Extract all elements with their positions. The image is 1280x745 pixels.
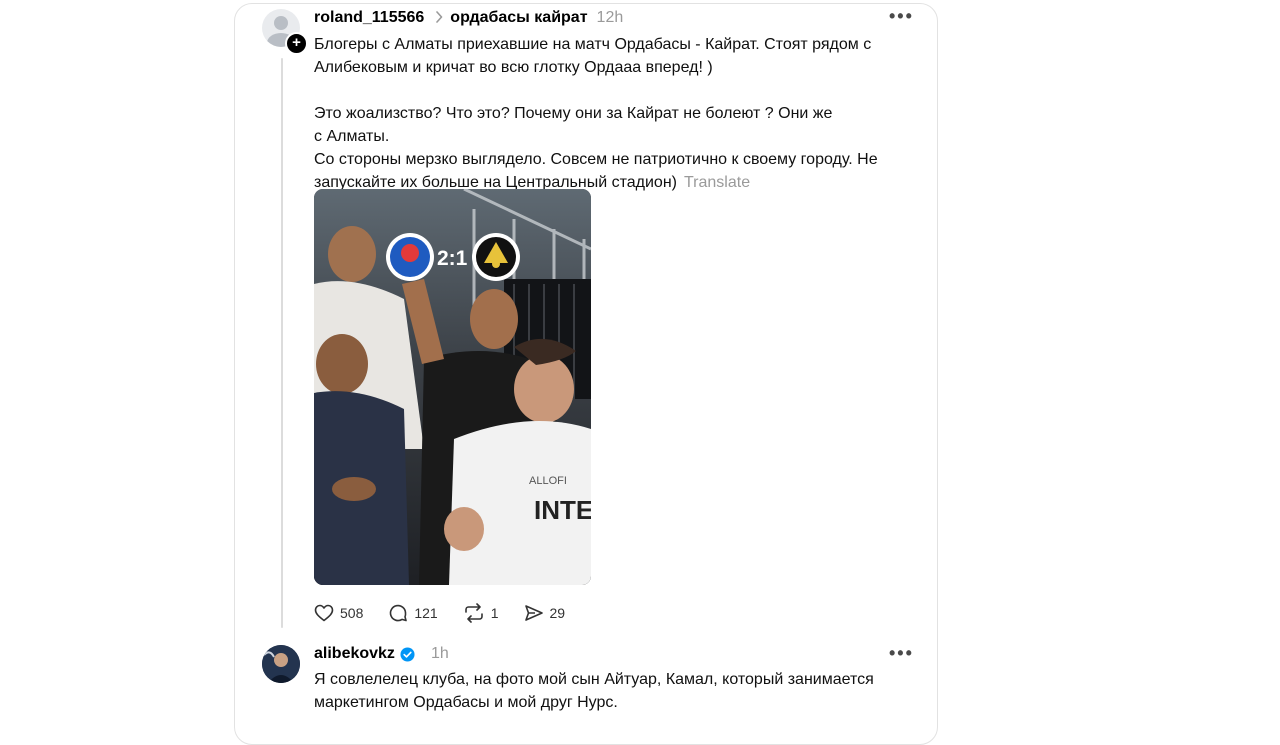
post-photo[interactable]: ALLOFI INTEG 2:1: [314, 189, 591, 585]
translate-link[interactable]: Translate: [684, 174, 750, 191]
post-header: roland_115566 ордабасы кайрат 12h: [314, 7, 623, 29]
repost-button[interactable]: 1: [463, 603, 499, 623]
post-username[interactable]: roland_115566: [314, 9, 424, 27]
repost-count: 1: [490, 605, 499, 621]
shirt-sponsor-text: INTEG: [534, 495, 591, 525]
photo-illustration: ALLOFI INTEG 2:1: [314, 189, 591, 585]
share-button[interactable]: 29: [524, 604, 566, 622]
reply-avatar[interactable]: [262, 645, 300, 683]
match-score: 2:1: [437, 247, 468, 270]
repost-icon: [464, 603, 483, 623]
comment-button[interactable]: 121: [388, 603, 438, 623]
heart-icon: [314, 604, 334, 622]
reply-more-options-icon[interactable]: •••: [889, 643, 914, 664]
like-count: 508: [340, 605, 364, 621]
chevron-right-icon: [435, 10, 443, 26]
shirt-brand-text: ALLOFI: [529, 475, 567, 487]
post-body: Блогеры с Алматы приехавшие на матч Орда…: [314, 33, 914, 194]
post-text-line: с Алматы.: [314, 128, 390, 145]
reply-avatar-image: [262, 645, 300, 683]
post-time[interactable]: 12h: [597, 9, 624, 27]
avatar-head-shape: [274, 16, 288, 30]
post-community[interactable]: ордабасы кайрат: [450, 9, 587, 27]
post-text-line: Блогеры с Алматы приехавшие на матч Орда…: [314, 36, 872, 53]
like-button[interactable]: 508: [314, 604, 363, 622]
follow-plus-icon[interactable]: +: [285, 32, 308, 55]
post-actions: 508 121 1 29: [314, 601, 590, 625]
post-text-line: Со стороны мерзко выглядело. Совсем не п…: [314, 151, 878, 168]
reply-time[interactable]: 1h: [431, 645, 449, 663]
reply-text-line: маркетингом Ордабасы и мой друг Нурс.: [314, 694, 618, 711]
comment-count: 121: [414, 605, 438, 621]
post-text-line: Это жоализство? Что это? Почему они за К…: [314, 105, 833, 122]
comment-icon: [390, 604, 408, 622]
reply-text-line: Я совлелелец клуба, на фото мой сын Айту…: [314, 671, 874, 688]
more-options-icon[interactable]: •••: [889, 6, 914, 27]
share-count: 29: [549, 605, 566, 621]
share-icon: [524, 605, 543, 621]
post-text-line: Алибековым и кричат во всю глотку Ордааа…: [314, 59, 713, 76]
reply-username[interactable]: alibekovkz: [314, 645, 395, 663]
thread-connector-line: [281, 58, 283, 628]
reply-body: Я совлелелец клуба, на фото мой сын Айту…: [314, 668, 914, 714]
reply-header: alibekovkz 1h: [314, 643, 449, 665]
verified-badge-icon: [400, 646, 415, 662]
